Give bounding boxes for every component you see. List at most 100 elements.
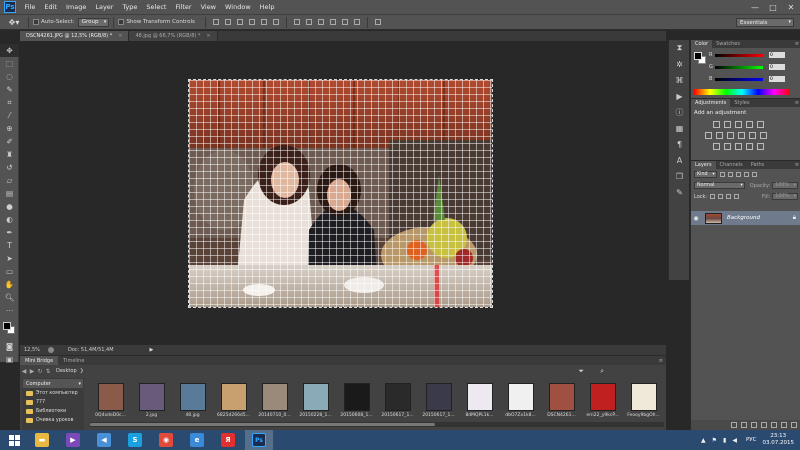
breadcrumb-arrow[interactable]: ❯ — [80, 368, 84, 374]
history-panel-icon[interactable]: ⧗ — [669, 40, 690, 56]
add-mask-icon[interactable] — [751, 422, 757, 428]
levels-icon[interactable] — [724, 121, 731, 128]
color-spectrum[interactable] — [694, 89, 790, 95]
thumbnail-scrollbar[interactable] — [90, 422, 664, 427]
taskbar-visual-studio[interactable]: ▶ — [59, 430, 87, 450]
color-balance-icon[interactable] — [716, 132, 723, 139]
thumbnail-item[interactable]: Feooy9bgOh... — [623, 378, 664, 418]
menu-image[interactable]: Image — [61, 3, 90, 11]
menu-edit[interactable]: Edit — [40, 3, 62, 11]
gradient-tool-icon[interactable]: ▤ — [0, 187, 19, 200]
green-slider[interactable]: G 0 — [709, 63, 799, 71]
distribute-top-icon[interactable] — [292, 18, 301, 27]
tree-item[interactable]: Библиотеки — [22, 407, 84, 416]
align-bottom-icon[interactable] — [235, 18, 244, 27]
quick-select-tool-icon[interactable]: ✎ — [0, 83, 19, 96]
vibrance-icon[interactable] — [757, 121, 764, 128]
tab-mini-bridge[interactable]: Mini Bridge — [20, 356, 59, 365]
blue-slider[interactable]: B 0 — [709, 75, 799, 83]
clone-stamp-icon[interactable]: ♜ — [0, 148, 19, 161]
lock-all-icon[interactable] — [734, 194, 740, 199]
eyedropper-tool-icon[interactable]: ⁄ — [0, 109, 19, 122]
threshold-icon[interactable] — [735, 143, 742, 150]
taskbar-file-explorer[interactable]: ▬ — [28, 430, 56, 450]
filter-type-icon[interactable] — [735, 172, 741, 177]
menu-layer[interactable]: Layer — [91, 3, 118, 11]
filter-icon[interactable]: ⏷ — [578, 367, 584, 376]
tab-color[interactable]: Color — [691, 40, 713, 48]
close-tab-icon[interactable]: × — [206, 33, 210, 39]
green-value-field[interactable]: 0 — [769, 64, 785, 70]
new-group-icon[interactable] — [771, 422, 777, 428]
crop-tool-icon[interactable]: ⌗ — [0, 96, 19, 109]
curves-icon[interactable] — [735, 121, 742, 128]
move-tool-preset-icon[interactable]: ✥▾ — [4, 16, 24, 28]
hue-saturation-icon[interactable] — [705, 132, 712, 139]
language-indicator[interactable]: РУС — [746, 437, 757, 443]
tab-channels[interactable]: Channels — [716, 161, 747, 169]
color-lookup-icon[interactable] — [760, 132, 767, 139]
panel-menu-icon[interactable]: ≡ — [795, 99, 800, 107]
tab-timeline[interactable]: Timeline — [58, 356, 89, 365]
brush-panel-icon[interactable]: ✲ — [669, 56, 690, 72]
opacity-field[interactable]: 100% — [772, 182, 798, 189]
show-transform-checkbox[interactable]: Show Transform Controls — [118, 19, 195, 25]
lock-transparent-icon[interactable] — [710, 194, 716, 199]
photo-filter-icon[interactable] — [738, 132, 745, 139]
hand-tool-icon[interactable]: ✋ — [0, 278, 19, 291]
layer-comps-icon[interactable]: ❐ — [669, 168, 690, 184]
filter-shape-icon[interactable] — [743, 172, 749, 177]
thumbnail-item[interactable]: dbO7Zx1k8... — [500, 378, 541, 418]
tree-item[interactable]: 777 — [22, 398, 84, 407]
blur-tool-icon[interactable]: ● — [0, 200, 19, 213]
black-white-icon[interactable] — [727, 132, 734, 139]
doc-tab-active[interactable]: DSCN4261.JPG @ 12,5% (RGB/8) * × — [20, 31, 130, 41]
taskbar-photoshop[interactable]: Ps — [245, 430, 273, 450]
taskbar-chrome[interactable]: ◉ — [152, 430, 180, 450]
location-dropdown[interactable]: Computer — [23, 379, 83, 388]
auto-select-target-dropdown[interactable]: Group — [77, 17, 110, 27]
thumbnail-item[interactable]: 2.jpg — [131, 378, 172, 418]
channel-mixer-icon[interactable] — [749, 132, 756, 139]
distribute-vcenter-icon[interactable] — [304, 18, 313, 27]
quick-mask-icon[interactable]: ◙ — [0, 340, 19, 353]
thumbnail-item[interactable]: 20150617_1... — [418, 378, 459, 418]
align-vcenter-icon[interactable] — [223, 18, 232, 27]
paragraph-panel-icon[interactable]: ¶ — [669, 136, 690, 152]
scrollbar-thumb[interactable] — [90, 423, 435, 426]
actions-panel-icon[interactable]: ▶ — [669, 88, 690, 104]
path-select-tool-icon[interactable]: ➤ — [0, 252, 19, 265]
type-tool-icon[interactable]: T — [0, 239, 19, 252]
canvas-area[interactable] — [20, 41, 666, 344]
screen-mode-icon[interactable]: ▣ — [0, 353, 19, 366]
minimize-button[interactable]: — — [746, 1, 764, 13]
back-icon[interactable]: ◀ — [20, 368, 28, 375]
selective-color-icon[interactable] — [757, 143, 764, 150]
pen-tool-icon[interactable]: ✒ — [0, 226, 19, 239]
auto-align-icon[interactable] — [373, 18, 382, 27]
link-layers-icon[interactable] — [731, 422, 737, 428]
properties-panel-icon[interactable]: ▦ — [669, 120, 690, 136]
thumbnail-item[interactable]: DSCN4261... — [541, 378, 582, 418]
delete-layer-icon[interactable] — [791, 422, 797, 428]
thumbnail-item[interactable]: 48.jpg — [172, 378, 213, 418]
filter-smart-icon[interactable] — [751, 172, 757, 177]
thumbnail-item[interactable]: 20150228_1... — [295, 378, 336, 418]
breadcrumb[interactable]: Desktop — [56, 368, 77, 374]
info-panel-icon[interactable]: ⓘ — [669, 104, 690, 120]
flag-icon[interactable]: ⚑ — [712, 437, 717, 444]
up-icon[interactable]: ⇅ — [44, 368, 52, 375]
eraser-tool-icon[interactable]: ▱ — [0, 174, 19, 187]
brightness-icon[interactable] — [713, 121, 720, 128]
distribute-hcenter-icon[interactable] — [340, 18, 349, 27]
tree-item[interactable]: Очивка уроков — [22, 416, 84, 425]
show-hidden-icons-icon[interactable]: ▲ — [701, 437, 706, 444]
network-icon[interactable]: ▮ — [723, 437, 726, 444]
marquee-tool-icon[interactable]: ⬚ — [0, 57, 19, 70]
new-layer-icon[interactable] — [781, 422, 787, 428]
red-value-field[interactable]: 0 — [769, 52, 785, 58]
document-canvas[interactable] — [188, 79, 493, 308]
dodge-tool-icon[interactable]: ◐ — [0, 213, 19, 226]
blend-mode-dropdown[interactable]: Normal — [694, 182, 745, 189]
zoom-tool-icon[interactable]: 🔍︎ — [0, 291, 19, 304]
